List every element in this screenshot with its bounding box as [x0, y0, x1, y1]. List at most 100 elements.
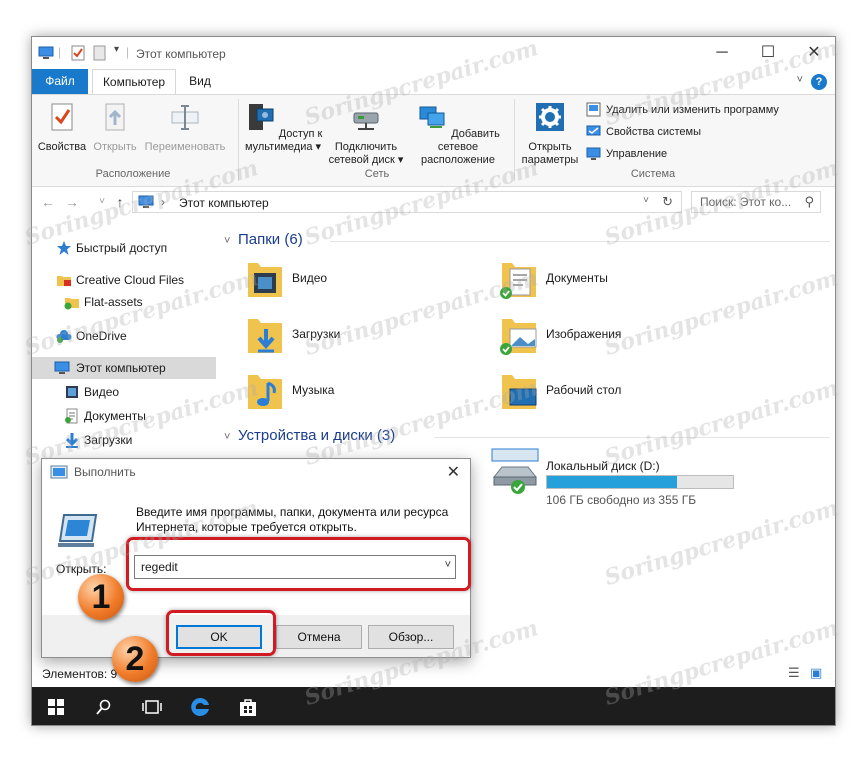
highlight-input-box — [126, 537, 471, 591]
maximize-button[interactable]: ☐ — [745, 37, 791, 69]
nav-item-this-pc[interactable]: Этот компьютер — [32, 357, 216, 379]
search-placeholder: Поиск: Этот ко... — [700, 195, 792, 209]
close-icon[interactable]: ✕ — [447, 462, 460, 482]
manage-button[interactable]: Управление — [586, 145, 667, 163]
search-icon: ⚲ — [804, 194, 814, 209]
documents-folder-icon — [500, 263, 536, 299]
address-dropdown-icon[interactable]: ˅ — [643, 195, 649, 206]
folder-video[interactable]: Видео — [244, 257, 474, 301]
open-icon — [105, 103, 125, 131]
collapse-ribbon-icon[interactable]: ˅ — [797, 74, 803, 86]
devices-section-header[interactable]: ˅ Устройства и диски (3) — [224, 427, 395, 444]
quick-access-dropdown-icon[interactable]: ▾ — [114, 44, 119, 55]
tab-computer[interactable]: Компьютер — [92, 69, 176, 94]
map-network-drive-button[interactable]: Подключить сетевой диск ▾ — [325, 101, 407, 167]
run-dialog-titlebar: Выполнить ✕ — [42, 459, 470, 485]
system-properties-button[interactable]: Свойства системы — [586, 123, 701, 141]
rename-button[interactable]: Переименовать — [140, 101, 230, 154]
recent-locations-button[interactable]: ˅ — [94, 193, 110, 211]
highlight-ok-box — [166, 610, 276, 656]
download-arrow-icon — [65, 433, 79, 448]
computer-icon — [54, 361, 70, 374]
new-folder-icon[interactable] — [92, 45, 108, 61]
media-access-button[interactable]: Доступ к мультимедиа ▾ — [242, 101, 324, 154]
search-button[interactable] — [80, 687, 128, 725]
folder-downloads[interactable]: Загрузки — [244, 313, 474, 357]
desktop-folder-icon — [502, 375, 537, 409]
edge-button[interactable] — [176, 687, 224, 725]
network-drive-icon — [353, 112, 379, 130]
open-button[interactable]: Открыть — [90, 101, 140, 154]
open-settings-button[interactable]: Открыть параметры — [518, 101, 582, 167]
documents-folder-icon — [65, 408, 78, 424]
folder-pictures[interactable]: Изображения — [498, 313, 728, 357]
run-dialog-description: Введите имя программы, папки, документа … — [136, 505, 449, 534]
back-button[interactable]: ← — [40, 193, 56, 211]
forward-button[interactable]: → — [64, 193, 80, 211]
tab-file[interactable]: Файл — [32, 69, 88, 94]
system-properties-icon — [586, 125, 601, 136]
disk-usage-bar — [546, 475, 734, 489]
drive-d[interactable]: Локальный диск (D:) 106 ГБ свободно из 3… — [488, 447, 808, 507]
properties-icon[interactable] — [70, 45, 86, 61]
minimize-button[interactable]: ─ — [699, 37, 745, 69]
step-badge-2: 2 — [112, 636, 158, 682]
ribbon: Свойства Открыть Переименовать Расположе… — [32, 94, 835, 187]
downloads-folder-icon — [248, 319, 282, 353]
folder-icon — [57, 276, 71, 286]
computer-icon — [38, 46, 54, 59]
address-bar[interactable]: › Этот компьютер ˅ ↻ — [132, 191, 682, 213]
store-icon — [240, 699, 256, 716]
nav-item-downloads[interactable]: Загрузки — [32, 429, 216, 451]
help-button[interactable]: ? — [811, 74, 827, 90]
task-view-icon — [142, 700, 162, 714]
refresh-icon[interactable]: ↻ — [662, 194, 673, 210]
group-label-network: Сеть — [364, 168, 390, 180]
uninstall-program-button[interactable]: Удалить или изменить программу — [586, 101, 779, 119]
manage-icon — [586, 147, 601, 160]
nav-item-documents[interactable]: Документы — [32, 405, 216, 427]
folder-music[interactable]: Музыка — [244, 369, 474, 413]
video-folder-icon — [66, 386, 78, 398]
run-program-icon — [58, 514, 98, 547]
properties-icon — [51, 103, 73, 131]
run-icon — [50, 465, 68, 479]
windows-logo-icon — [48, 699, 64, 715]
properties-button[interactable]: Свойства — [36, 101, 88, 154]
nav-item-creative-cloud[interactable]: Creative Cloud Files — [32, 269, 216, 291]
hard-drive-icon — [491, 448, 539, 494]
cloud-icon — [56, 330, 72, 343]
search-input[interactable]: Поиск: Этот ко... ⚲ — [691, 191, 821, 213]
window-title: Этот компьютер — [136, 47, 226, 61]
ribbon-tabs: Файл Компьютер Вид ˅ ? — [32, 69, 835, 94]
address-row: ← → ˅ ↑ › Этот компьютер ˅ ↻ Поиск: Этот… — [32, 187, 835, 217]
add-network-location-button[interactable]: Добавить сетевое расположение — [408, 101, 508, 167]
start-button[interactable] — [32, 687, 80, 725]
search-icon — [96, 699, 111, 715]
star-icon — [57, 241, 71, 255]
folder-desktop[interactable]: Рабочий стол — [498, 369, 728, 413]
browse-button[interactable]: Обзор... — [368, 625, 454, 649]
nav-item-quick-access[interactable]: Быстрый доступ — [32, 237, 216, 259]
breadcrumb-path[interactable]: Этот компьютер — [179, 196, 269, 210]
store-button[interactable] — [224, 687, 272, 725]
taskbar — [32, 687, 835, 725]
nav-item-video[interactable]: Видео — [32, 381, 216, 403]
folders-section-header[interactable]: ˅ Папки (6) — [224, 231, 303, 248]
nav-item-flat-assets[interactable]: Flat-assets — [32, 291, 216, 313]
nav-item-onedrive[interactable]: OneDrive — [32, 325, 216, 347]
run-dialog-title: Выполнить — [74, 465, 136, 479]
close-button[interactable]: ✕ — [791, 37, 835, 69]
folder-documents[interactable]: Документы — [498, 257, 728, 301]
details-view-icon[interactable]: ☰ — [788, 665, 800, 681]
up-button[interactable]: ↑ — [112, 193, 128, 211]
folder-synced-icon — [64, 298, 79, 310]
task-view-button[interactable] — [128, 687, 176, 725]
large-icons-view-icon[interactable]: ▣ — [810, 665, 822, 681]
rename-icon — [171, 105, 199, 130]
computer-icon — [138, 195, 154, 208]
edge-icon — [191, 697, 209, 716]
tab-view[interactable]: Вид — [180, 69, 220, 94]
cancel-button[interactable]: Отмена — [276, 625, 362, 649]
video-folder-icon — [248, 263, 282, 297]
